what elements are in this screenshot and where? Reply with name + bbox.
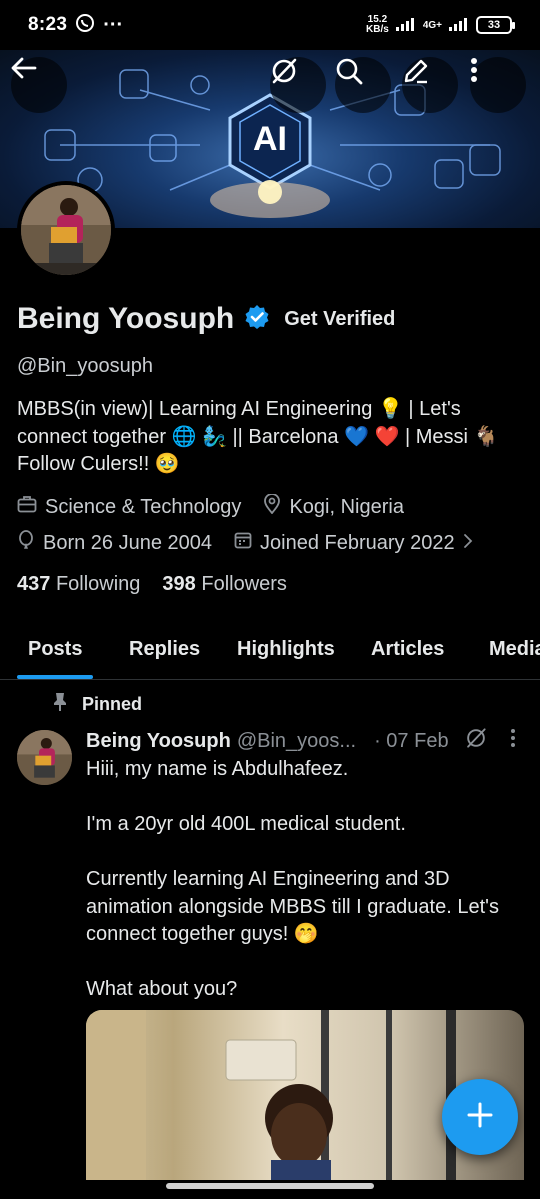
avatar-image (21, 185, 111, 275)
post-more-icon[interactable] (510, 728, 516, 754)
signal-icon (395, 17, 417, 34)
tab-articles[interactable]: Articles (371, 638, 444, 661)
pinned-label: Pinned (52, 692, 142, 717)
status-time: 8:23 (28, 14, 68, 35)
grok-button[interactable] (270, 57, 326, 113)
followers-count: 398 (162, 573, 196, 595)
joined-text: Joined February 2022 (260, 531, 455, 554)
category-item: Science & Technology (17, 495, 241, 519)
following-label: Following (55, 573, 141, 595)
pinned-text: Pinned (82, 694, 143, 714)
follow-stats: 437 Following 398 Followers (17, 573, 287, 596)
post-avatar[interactable] (17, 730, 72, 785)
battery-icon: 33 (476, 16, 515, 34)
edit-button[interactable] (402, 57, 458, 113)
status-bar: 8:23 ··· 15.2 KB/s 4G+ 33 (0, 0, 540, 50)
tab-posts[interactable]: Posts (28, 638, 82, 661)
category-text: Science & Technology (45, 495, 242, 518)
signal-icon-2 (448, 17, 470, 34)
followers-label: Followers (201, 573, 287, 595)
post-text: Hiii, my name is Abdulhafeez. I'm a 20yr… (86, 758, 499, 1000)
get-verified-link[interactable]: Get Verified (284, 308, 395, 331)
tab-highlights[interactable]: Highlights (237, 638, 335, 661)
balloon-icon (17, 530, 35, 556)
followers-link[interactable]: 398 Followers (162, 573, 287, 596)
following-count: 437 (17, 573, 51, 595)
following-link[interactable]: 437 Following (17, 573, 140, 596)
whatsapp-icon (75, 13, 95, 38)
post-author-name[interactable]: Being Yoosuph (86, 730, 231, 753)
post-date[interactable]: · 07 Feb (374, 730, 448, 753)
name-row: Being Yoosuph Get Verified (17, 302, 395, 336)
location-item: Kogi, Nigeria (263, 493, 404, 520)
banner-ai-text: AI (253, 120, 287, 158)
pin-icon (52, 692, 68, 717)
search-button[interactable] (335, 57, 391, 113)
tab-media[interactable]: Media (489, 638, 540, 661)
compose-button[interactable] (442, 1079, 518, 1155)
birth-item: Born 26 June 2004 (17, 530, 212, 556)
joined-item[interactable]: Joined February 2022 (234, 531, 473, 555)
calendar-icon (234, 531, 252, 555)
post-header: Being Yoosuph @Bin_yoos... · 07 Feb (86, 727, 526, 755)
location-text: Kogi, Nigeria (289, 495, 404, 518)
more-button[interactable] (470, 57, 526, 113)
meta-row-1: Science & Technology Kogi, Nigeria (17, 493, 418, 520)
profile-tabs: Posts Replies Highlights Articles Media (0, 620, 540, 680)
plus-icon (466, 1101, 494, 1134)
profile-bio: MBBS(in view)| Learning AI Engineering 💡… (17, 398, 499, 475)
active-tab-indicator (17, 675, 93, 679)
home-indicator[interactable] (166, 1183, 374, 1189)
birth-text: Born 26 June 2004 (43, 531, 213, 554)
profile-avatar[interactable] (17, 181, 115, 279)
profile-handle: @Bin_yoosuph (17, 355, 153, 377)
briefcase-icon (17, 495, 37, 519)
post-author-handle[interactable]: @Bin_yoos... (237, 730, 356, 753)
display-name: Being Yoosuph (17, 302, 235, 335)
network-type: 4G+ (422, 19, 442, 31)
grok-icon[interactable] (465, 727, 487, 755)
net-speed: 15.2 KB/s (366, 14, 389, 35)
chevron-right-icon (463, 532, 473, 555)
more-notifications-icon: ··· (103, 13, 124, 36)
verified-badge-icon[interactable] (244, 304, 270, 335)
meta-row-2: Born 26 June 2004 Joined February 2022 (17, 530, 487, 556)
tab-replies[interactable]: Replies (129, 638, 200, 661)
location-pin-icon (263, 493, 281, 520)
back-button[interactable] (11, 57, 67, 113)
